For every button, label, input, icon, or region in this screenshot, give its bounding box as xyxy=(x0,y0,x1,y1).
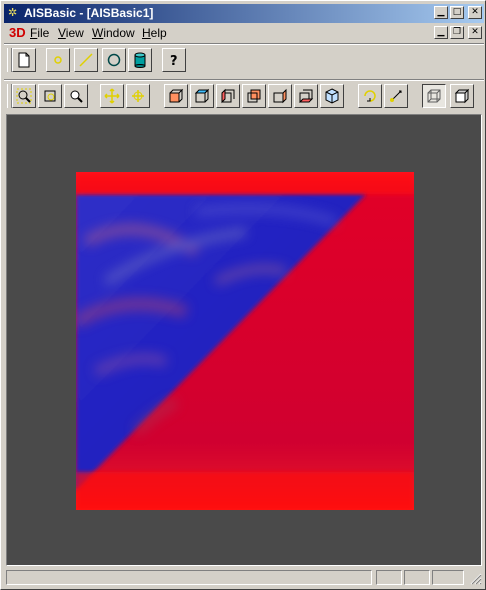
global-pan-button[interactable] xyxy=(126,84,150,108)
line-icon xyxy=(79,53,93,67)
top-view-icon xyxy=(194,88,210,103)
fit-all-icon xyxy=(44,90,56,102)
right-view-button[interactable] xyxy=(268,84,292,108)
3d-viewport[interactable] xyxy=(6,114,482,566)
window-title: AISBasic - [AISBasic1] xyxy=(24,6,154,20)
cylinder-button[interactable] xyxy=(128,48,152,72)
point-icon xyxy=(54,56,62,64)
status-bar xyxy=(4,569,484,587)
menu-bar: 3D File View Window Help ▁ ❐ ✕ xyxy=(4,24,484,42)
circle-icon xyxy=(107,53,121,67)
title-bar[interactable]: ✲ AISBasic - [AISBasic1] ▁ □ ✕ xyxy=(4,4,484,23)
fit-all-button[interactable] xyxy=(38,84,62,108)
wireframe-icon xyxy=(427,89,441,103)
pan-button[interactable] xyxy=(100,84,124,108)
application-window: ✲ AISBasic - [AISBasic1] ▁ □ ✕ 3D File V… xyxy=(0,0,486,590)
new-document-button[interactable] xyxy=(12,48,36,72)
pan-icon xyxy=(104,88,120,104)
help-icon: ? xyxy=(170,54,178,68)
mdi-close-button[interactable]: ✕ xyxy=(468,26,482,39)
status-indicator-pane xyxy=(432,570,464,585)
rotate-button[interactable] xyxy=(358,84,382,108)
left-view-button[interactable] xyxy=(216,84,240,108)
minimize-icon: ▁ xyxy=(437,27,445,37)
cylinder-icon xyxy=(134,52,146,68)
line-button[interactable] xyxy=(74,48,98,72)
back-view-button[interactable] xyxy=(242,84,266,108)
status-indicator-pane xyxy=(376,570,402,585)
circle-button[interactable] xyxy=(102,48,126,72)
app-logo: 3D xyxy=(9,25,26,40)
new-document-icon xyxy=(18,52,30,68)
maximize-button[interactable]: □ xyxy=(450,6,464,19)
axo-view-icon xyxy=(325,88,339,104)
top-view-button[interactable] xyxy=(190,84,214,108)
menu-file[interactable]: File xyxy=(30,26,49,40)
menu-view[interactable]: View xyxy=(58,26,84,40)
close-icon: ✕ xyxy=(471,27,479,37)
status-text-pane xyxy=(6,570,372,585)
zoom-window-button[interactable] xyxy=(12,84,36,108)
maximize-icon: □ xyxy=(452,7,462,17)
shading-button[interactable] xyxy=(450,84,474,108)
shading-icon xyxy=(454,88,470,104)
minimize-button[interactable]: ▁ xyxy=(434,6,448,19)
menu-window[interactable]: Window xyxy=(92,26,135,40)
front-view-button[interactable] xyxy=(164,84,188,108)
zoom-window-icon xyxy=(16,88,32,104)
mdi-restore-button[interactable]: ❐ xyxy=(450,26,464,39)
bottom-view-button[interactable] xyxy=(294,84,318,108)
point-button[interactable] xyxy=(46,48,70,72)
restore-icon: ❐ xyxy=(452,27,462,37)
menu-help[interactable]: Help xyxy=(142,26,167,40)
back-view-icon xyxy=(247,89,261,103)
axo-view-button[interactable] xyxy=(320,84,344,108)
status-indicator-pane xyxy=(404,570,430,585)
reset-icon xyxy=(390,90,402,102)
rendered-shape xyxy=(76,172,414,510)
right-view-icon xyxy=(273,88,287,104)
zoom-button[interactable] xyxy=(64,84,88,108)
rotate-icon xyxy=(364,90,376,102)
mdi-minimize-button[interactable]: ▁ xyxy=(434,26,448,39)
front-view-icon xyxy=(169,88,184,103)
bottom-view-icon xyxy=(298,89,314,103)
global-pan-icon xyxy=(132,90,144,102)
svg-text:?: ? xyxy=(170,54,178,68)
view-toolbar xyxy=(4,81,484,113)
main-toolbar: ? xyxy=(4,45,484,77)
app-icon[interactable]: ✲ xyxy=(8,6,22,20)
help-button[interactable]: ? xyxy=(162,48,186,72)
wireframe-button[interactable] xyxy=(422,84,446,108)
close-button[interactable]: ✕ xyxy=(468,6,482,19)
minimize-icon: ▁ xyxy=(437,7,445,17)
size-grip-icon[interactable] xyxy=(470,573,482,585)
left-view-icon xyxy=(221,88,235,104)
close-icon: ✕ xyxy=(471,7,479,17)
reset-button[interactable] xyxy=(384,84,408,108)
zoom-icon xyxy=(70,90,83,103)
